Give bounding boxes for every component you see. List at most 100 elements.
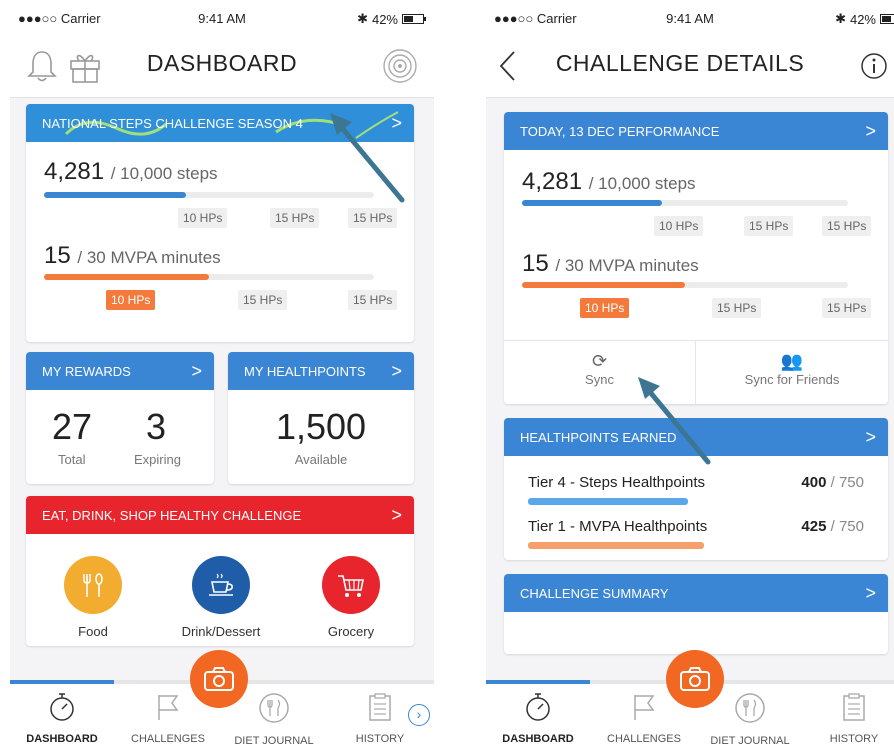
category-grocery-label: Grocery [327,624,375,639]
healthpoints-header[interactable]: MY HEALTHPOINTS > [228,352,414,390]
friends-sync-icon: 👥 [780,351,804,371]
category-food-label: Food [78,624,108,639]
sync-device-icon[interactable] [382,48,418,89]
steps-challenge-card[interactable]: NATIONAL STEPS CHALLENGE SEASON 4 > 4,28… [26,104,414,342]
steps-count: 4,281 / 10,000 steps [522,168,696,196]
category-drink-circle [192,556,250,614]
healthpoints-earned-title: HEALTHPOINTS EARNED [520,429,677,445]
sync-friends-label: Sync for Friends [744,372,840,387]
bluetooth-icon: ✱ [357,11,368,26]
mvpa-count: 15 / 30 MVPA minutes [44,242,221,270]
sync-button[interactable]: ⟳ Sync [504,341,696,404]
steps-tier-2: 15 HPs [744,216,794,236]
challenge-details-screen: ●●●○○ Carrier 9:41 AM ✱ 42% CHALLENGE DE… [486,0,894,755]
info-icon[interactable] [860,52,888,85]
tab-history-label: HISTORY [355,733,405,745]
chevron-right-icon: > [865,583,876,603]
tab-dashboard[interactable]: DASHBOARD [12,692,112,745]
clipboard-icon [843,693,865,721]
steps-count: 4,281 / 10,000 steps [44,158,218,186]
camera-icon [204,667,234,691]
battery-indicator: ✱ 42% [835,11,894,27]
page-title: CHALLENGE DETAILS [555,50,805,76]
tab-dashboard-label: DASHBOARD [502,733,574,745]
tab-history[interactable]: HISTORY [804,692,894,745]
mvpa-progress-track [44,274,374,280]
stopwatch-icon [526,693,550,721]
details-navbar: CHALLENGE DETAILS [486,36,894,98]
steps-goal: / 10,000 steps [110,164,218,183]
bluetooth-icon: ✱ [835,11,846,26]
category-food-circle [64,556,122,614]
tier-steps-fill [528,498,688,505]
chevron-right-icon: > [865,427,876,447]
eat-drink-shop-card[interactable]: EAT, DRINK, SHOP HEALTHY CHALLENGE > Foo… [26,496,414,646]
healthpoints-card[interactable]: MY HEALTHPOINTS > 1,500 Available [228,352,414,484]
chevron-right-icon: > [865,121,876,141]
category-grocery-circle [322,556,380,614]
fork-knife-icon [735,693,765,723]
mvpa-tier-1: 10 HPs [106,290,156,310]
tier-mvpa-name: - MVPA Healthpoints [569,518,708,535]
steps-tier-3: 15 HPs [822,216,872,236]
eat-drink-shop-header[interactable]: EAT, DRINK, SHOP HEALTHY CHALLENGE > [26,496,414,534]
status-bar: ●●●○○ Carrier 9:41 AM ✱ 42% [10,0,434,36]
healthpoints-earned-header[interactable]: HEALTHPOINTS EARNED > [504,418,888,456]
steps-progress-fill [44,192,186,198]
category-grocery[interactable]: Grocery [306,556,396,639]
tier-steps-name: - Steps Healthpoints [569,474,706,491]
healthpoints-title: MY HEALTHPOINTS [244,363,366,379]
tier-mvpa-points: 425 [801,518,827,535]
mvpa-tier-1: 10 HPs [580,298,630,318]
rewards-card[interactable]: MY REWARDS > 27 Total 3 Expiring [26,352,214,484]
tab-diet-journal[interactable]: DIET JOURNAL [224,692,324,747]
tier-steps-points: 400 [801,474,827,491]
tab-dashboard[interactable]: DASHBOARD [488,692,588,745]
performance-header[interactable]: TODAY, 13 DEC PERFORMANCE > [504,112,888,150]
mvpa-value: 15 [522,250,549,277]
chevron-right-icon: > [391,113,402,133]
tab-challenges[interactable]: CHALLENGES [118,692,218,745]
fork-knife-icon [259,693,289,723]
tier-steps-value: 400 / 750 [801,474,864,491]
flag-icon [158,695,179,720]
tier-row-steps: Tier 4 - Steps Healthpoints 400 / 750 [528,474,864,491]
steps-challenge-header[interactable]: NATIONAL STEPS CHALLENGE SEASON 4 > [26,104,414,142]
sync-icon: ⟳ [591,351,608,371]
mvpa-count: 15 / 30 MVPA minutes [522,250,699,278]
category-food[interactable]: Food [48,556,138,639]
steps-value: 4,281 [522,168,583,195]
tab-diet-journal-label: DIET JOURNAL [710,735,790,747]
challenge-summary-title: CHALLENGE SUMMARY [520,585,669,601]
tab-history-label: HISTORY [829,733,879,745]
more-tabs-button[interactable]: › [408,704,430,726]
rewards-expiring-label: Expiring [134,452,181,467]
challenge-summary-header[interactable]: CHALLENGE SUMMARY > [504,574,888,612]
tab-challenges-label: CHALLENGES [131,733,205,745]
dashboard-screen: ●●●○○ Carrier 9:41 AM ✱ 42% DASHBOARD NA… [10,0,434,755]
sync-label: Sync [585,372,614,387]
fork-spoon-icon [83,573,103,597]
challenge-summary-card[interactable]: CHALLENGE SUMMARY > [504,574,888,654]
camera-icon [680,667,710,691]
steps-tier-1: 10 HPs [178,208,228,228]
sync-friends-button[interactable]: 👥 Sync for Friends [696,341,888,404]
mvpa-tier-2: 15 HPs [238,290,288,310]
tab-challenges[interactable]: CHALLENGES [594,692,694,745]
rewards-header[interactable]: MY REWARDS > [26,352,214,390]
category-drink-dessert[interactable]: Drink/Dessert [176,556,266,639]
steps-progress-track [522,200,848,206]
steps-tier-2: 15 HPs [270,208,320,228]
chevron-right-icon: > [391,361,402,381]
clipboard-icon [369,693,391,721]
status-time: 9:41 AM [666,11,714,26]
rewards-total-label: Total [58,452,86,467]
steps-tier-1: 10 HPs [654,216,704,236]
tab-challenges-label: CHALLENGES [607,733,681,745]
sync-row: ⟳ Sync 👥 Sync for Friends [504,340,888,404]
tab-diet-journal[interactable]: DIET JOURNAL [700,692,800,747]
steps-goal: / 10,000 steps [588,174,696,193]
dashboard-navbar: DASHBOARD [10,36,434,98]
eat-drink-shop-title: EAT, DRINK, SHOP HEALTHY CHALLENGE [42,507,302,523]
battery-indicator: ✱ 42% [357,11,426,27]
